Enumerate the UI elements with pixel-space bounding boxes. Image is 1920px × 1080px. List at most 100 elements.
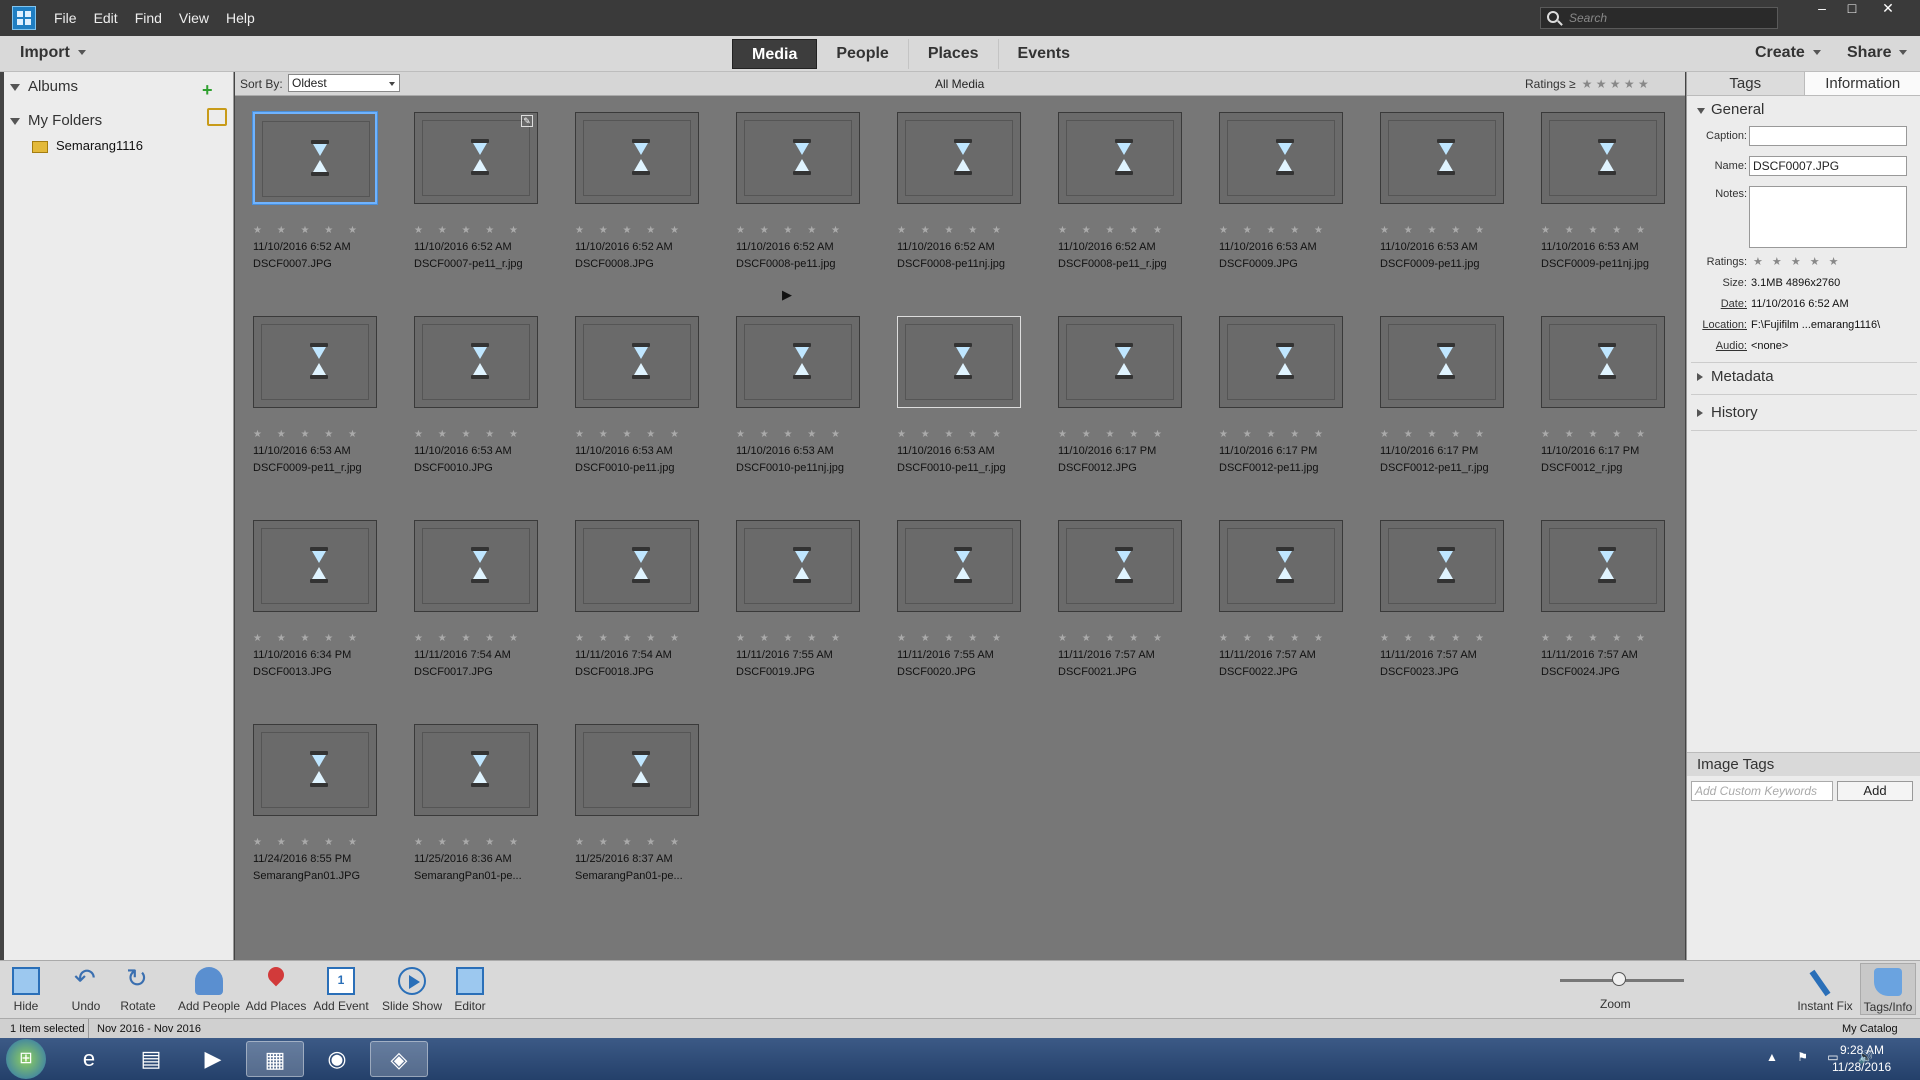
rating-stars[interactable]: ★ ★ ★ ★ ★: [414, 633, 524, 644]
media-player-icon[interactable]: ▶: [186, 1041, 240, 1077]
close-button[interactable]: ✕: [1874, 0, 1902, 18]
media-thumbnail-cell[interactable]: ★ ★ ★ ★ ★ 11/11/2016 7:57 AM DSCF0022.JPG: [1201, 488, 1343, 688]
start-button[interactable]: ⊞: [6, 1039, 46, 1079]
media-thumbnail[interactable]: [414, 724, 538, 816]
media-thumbnail-cell[interactable]: ★ ★ ★ ★ ★ 11/11/2016 7:55 AM DSCF0020.JPG: [879, 488, 1021, 688]
add-album-button[interactable]: +: [202, 80, 213, 101]
app-logo-icon[interactable]: [12, 6, 36, 30]
media-thumbnail-cell[interactable]: ★ ★ ★ ★ ★ 11/10/2016 6:53 AM DSCF0009-pe11…: [235, 284, 377, 484]
media-thumbnail-cell[interactable]: ★ ★ ★ ★ ★ 11/10/2016 6:52 AM DSCF0007.JPG: [235, 80, 377, 280]
import-button[interactable]: Import: [20, 44, 86, 62]
media-thumbnail[interactable]: [575, 520, 699, 612]
media-thumbnail-cell[interactable]: ★ ★ ★ ★ ★ 11/10/2016 6:52 AM DSCF0008-pe11…: [718, 80, 860, 280]
undo-button[interactable]: Undo: [66, 963, 106, 1013]
rating-stars[interactable]: ★ ★ ★ ★ ★: [575, 633, 685, 644]
rating-stars[interactable]: ★ ★ ★ ★ ★: [1219, 429, 1329, 440]
media-thumbnail[interactable]: [1219, 520, 1343, 612]
rating-stars[interactable]: ★ ★ ★ ★ ★: [1541, 633, 1651, 644]
media-thumbnail[interactable]: [253, 112, 377, 204]
media-thumbnail[interactable]: [1541, 316, 1665, 408]
media-thumbnail[interactable]: [575, 112, 699, 204]
add-keyword-button[interactable]: Add: [1837, 781, 1913, 801]
rating-stars[interactable]: ★ ★ ★ ★ ★: [736, 225, 846, 236]
date-label[interactable]: Date:: [1687, 298, 1747, 310]
media-thumbnail-cell[interactable]: ✎ ★ ★ ★ ★ ★ 11/10/2016 6:52 AM DSCF0007-pe1…: [396, 80, 538, 280]
media-thumbnail[interactable]: [414, 520, 538, 612]
my-folders-header[interactable]: My Folders: [10, 112, 102, 129]
rating-stars[interactable]: ★ ★ ★ ★ ★: [575, 225, 685, 236]
catalog-name[interactable]: My Catalog: [1842, 1019, 1898, 1039]
menu-file[interactable]: File: [54, 10, 77, 26]
elements-organizer-task-icon[interactable]: ▦: [246, 1041, 304, 1077]
media-thumbnail-cell[interactable]: ★ ★ ★ ★ ★ 11/24/2016 8:55 PM SemarangPan01…: [235, 692, 377, 892]
media-thumbnail[interactable]: [575, 724, 699, 816]
media-thumbnail[interactable]: [897, 112, 1021, 204]
slideshow-button[interactable]: Slide Show: [380, 967, 444, 1013]
location-label[interactable]: Location:: [1687, 319, 1747, 331]
media-thumbnail[interactable]: [414, 316, 538, 408]
rating-stars[interactable]: ★ ★ ★ ★ ★: [414, 429, 524, 440]
media-thumbnail[interactable]: [575, 316, 699, 408]
minimize-button[interactable]: –: [1808, 0, 1836, 18]
instant-fix-button[interactable]: Instant Fix: [1796, 967, 1854, 1013]
media-thumbnail-cell[interactable]: ★ ★ ★ ★ ★ 11/10/2016 6:17 PM DSCF0012-pe11…: [1362, 284, 1504, 484]
media-thumbnail[interactable]: [1541, 520, 1665, 612]
explorer-icon[interactable]: ▤: [124, 1041, 178, 1077]
media-thumbnail-cell[interactable]: ★ ★ ★ ★ ★ 11/10/2016 6:53 AM DSCF0010-pe11…: [718, 284, 860, 484]
rating-stars[interactable]: ★ ★ ★ ★ ★: [736, 633, 846, 644]
share-button[interactable]: Share: [1847, 44, 1908, 62]
editor-button[interactable]: Editor: [450, 967, 490, 1013]
media-thumbnail-cell[interactable]: ★ ★ ★ ★ ★ 11/10/2016 6:53 AM DSCF0009-pe11…: [1523, 80, 1665, 280]
media-thumbnail[interactable]: ✎: [414, 112, 538, 204]
rating-stars[interactable]: ★ ★ ★ ★ ★: [897, 429, 1007, 440]
media-thumbnail-cell[interactable]: ★ ★ ★ ★ ★ 11/10/2016 6:17 PM DSCF0012-pe11…: [1201, 284, 1343, 484]
metadata-section-header[interactable]: Metadata: [1697, 368, 1774, 385]
clock-date[interactable]: 11/28/2016: [1832, 1060, 1891, 1074]
maximize-button[interactable]: □: [1838, 0, 1866, 18]
tab-people[interactable]: People: [817, 39, 909, 69]
media-thumbnail[interactable]: [1380, 520, 1504, 612]
media-thumbnail-cell[interactable]: ★ ★ ★ ★ ★ 11/11/2016 7:57 AM DSCF0021.JPG: [1040, 488, 1182, 688]
rating-stars[interactable]: ★ ★ ★ ★ ★: [253, 225, 363, 236]
media-thumbnail[interactable]: [1380, 316, 1504, 408]
clock-time[interactable]: 9:28 AM: [1840, 1043, 1884, 1057]
media-thumbnail-cell[interactable]: ★ ★ ★ ★ ★ 11/10/2016 6:17 PM DSCF0012_r.jp…: [1523, 284, 1665, 484]
media-thumbnail-cell[interactable]: ★ ★ ★ ★ ★ 11/10/2016 6:53 AM DSCF0009-pe11…: [1362, 80, 1504, 280]
custom-keywords-input[interactable]: Add Custom Keywords: [1691, 781, 1833, 801]
rating-stars[interactable]: ★ ★ ★ ★ ★: [1380, 429, 1490, 440]
media-thumbnail[interactable]: [897, 316, 1021, 408]
media-thumbnail[interactable]: [1380, 112, 1504, 204]
tags-info-button[interactable]: Tags/Info: [1860, 963, 1916, 1015]
history-section-header[interactable]: History: [1697, 404, 1758, 421]
menu-help[interactable]: Help: [226, 10, 255, 26]
media-thumbnail-cell[interactable]: ★ ★ ★ ★ ★ 11/11/2016 7:57 AM DSCF0024.JPG: [1523, 488, 1665, 688]
hide-button[interactable]: Hide: [6, 967, 46, 1013]
media-thumbnail-cell[interactable]: ★ ★ ★ ★ ★ 11/10/2016 6:53 AM DSCF0010.JPG: [396, 284, 538, 484]
rating-stars[interactable]: ★ ★ ★ ★ ★: [575, 837, 685, 848]
ratings-stars[interactable]: ★ ★ ★ ★ ★: [1753, 255, 1842, 268]
media-thumbnail[interactable]: [253, 520, 377, 612]
rotate-button[interactable]: Rotate: [118, 963, 158, 1013]
chrome-icon[interactable]: ◉: [308, 1041, 366, 1077]
app-task-icon[interactable]: ◈: [370, 1041, 428, 1077]
create-button[interactable]: Create: [1755, 44, 1821, 62]
search-input[interactable]: Search: [1540, 7, 1778, 29]
rating-stars[interactable]: ★ ★ ★ ★ ★: [414, 837, 524, 848]
add-places-button[interactable]: Add Places: [244, 967, 308, 1013]
rating-stars[interactable]: ★ ★ ★ ★ ★: [1058, 429, 1168, 440]
tab-media[interactable]: Media: [732, 39, 818, 69]
media-thumbnail[interactable]: [1058, 316, 1182, 408]
expand-stack-icon[interactable]: ▶: [782, 287, 792, 303]
tab-information[interactable]: Information: [1803, 72, 1920, 95]
tab-tags[interactable]: Tags: [1687, 72, 1804, 95]
rating-stars[interactable]: ★ ★ ★ ★ ★: [736, 429, 846, 440]
media-thumbnail-cell[interactable]: ★ ★ ★ ★ ★ 11/11/2016 7:54 AM DSCF0017.JPG: [396, 488, 538, 688]
rating-stars[interactable]: ★ ★ ★ ★ ★: [1219, 225, 1329, 236]
media-thumbnail-cell[interactable]: ★ ★ ★ ★ ★ 11/25/2016 8:36 AM SemarangPan01…: [396, 692, 538, 892]
media-thumbnail[interactable]: [1219, 112, 1343, 204]
media-thumbnail[interactable]: [253, 724, 377, 816]
media-thumbnail-cell[interactable]: ★ ★ ★ ★ ★ 11/10/2016 6:53 AM DSCF0009.JPG: [1201, 80, 1343, 280]
media-thumbnail-cell[interactable]: ★ ★ ★ ★ ★ 11/25/2016 8:37 AM SemarangPan01…: [557, 692, 699, 892]
zoom-slider-handle[interactable]: [1612, 972, 1626, 986]
albums-header[interactable]: Albums: [10, 78, 78, 95]
